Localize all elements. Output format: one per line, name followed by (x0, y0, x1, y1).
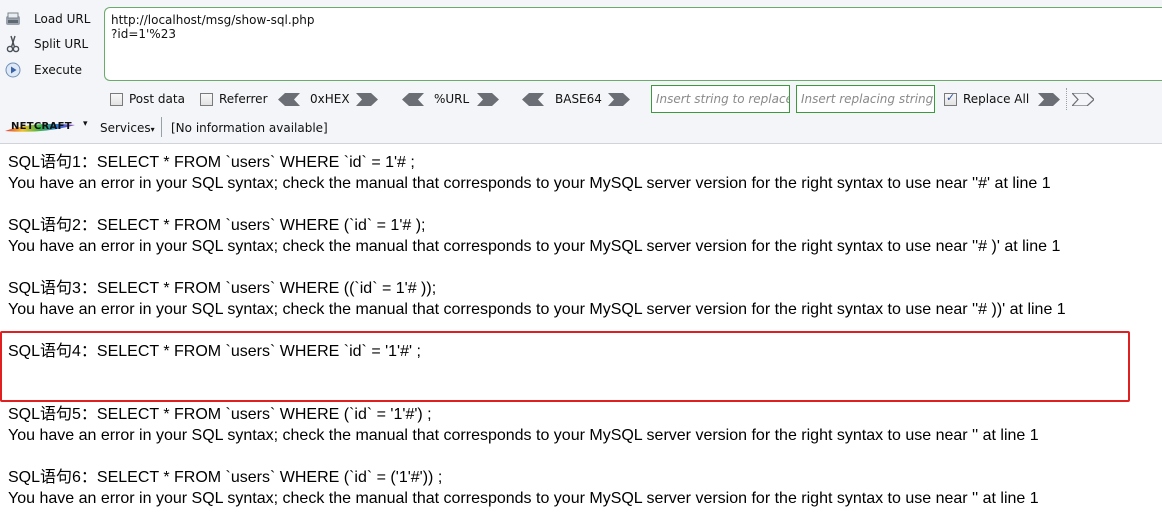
insert-replacing-string-input[interactable]: Insert replacing string (796, 85, 935, 113)
netcraft-dropdown-icon[interactable]: ▾ (83, 119, 88, 129)
services-chevron-down-icon: ▾ (150, 125, 155, 134)
sql-statement-6: SQL语句6：SELECT * FROM `users` WHERE (`id`… (8, 469, 443, 486)
scissors-icon (4, 35, 22, 53)
site-info-text: [No information available] (171, 121, 328, 135)
netcraft-divider (161, 117, 162, 137)
play-icon (4, 61, 22, 79)
referrer-box[interactable] (200, 92, 213, 106)
url-label: %URL (434, 92, 470, 106)
options-row: Post data Referrer 0xHEX %URL BASE64 Ins… (0, 85, 1162, 113)
sql-error-2: You have an error in your SQL syntax; ch… (8, 238, 1061, 255)
sql-statement-5: SQL语句5：SELECT * FROM `users` WHERE (`id`… (8, 406, 432, 423)
referrer-checkbox[interactable]: Referrer (200, 92, 268, 106)
sql-error-6: You have an error in your SQL syntax; ch… (8, 490, 1039, 507)
url-encode-arrow-icon[interactable] (477, 93, 499, 106)
post-data-box[interactable] (110, 92, 123, 106)
base64-encode-arrow-icon[interactable] (608, 93, 630, 106)
load-url-button[interactable]: Load URL (4, 8, 90, 30)
insert-string-to-replace-input[interactable]: Insert string to replace (651, 85, 790, 113)
netcraft-logo[interactable]: NETCRAFT (3, 119, 77, 136)
execute-label: Execute (34, 63, 82, 77)
highlight-box-statement-4 (0, 331, 1130, 402)
separator (1066, 88, 1067, 110)
split-url-button[interactable]: Split URL (4, 33, 88, 55)
replace-right-arrow-icon[interactable] (1072, 93, 1094, 106)
result-block-2: SQL语句2：SELECT * FROM `users` WHERE (`id`… (8, 215, 1158, 278)
url-line-2: ?id=1'%23 (111, 27, 176, 41)
sql-statement-1: SQL语句1：SELECT * FROM `users` WHERE `id` … (8, 154, 415, 171)
hex-label: 0xHEX (310, 92, 350, 106)
sql-error-3: You have an error in your SQL syntax; ch… (8, 301, 1066, 318)
hackbar-toolbar: Load URL Split URL Execute http://localh… (0, 0, 1162, 144)
result-block-5: SQL语句5：SELECT * FROM `users` WHERE (`id`… (8, 404, 1158, 467)
result-block-1: SQL语句1：SELECT * FROM `users` WHERE `id` … (8, 152, 1158, 215)
replace-all-label: Replace All (963, 92, 1030, 106)
services-label: Services (100, 121, 151, 135)
sql-error-1: You have an error in your SQL syntax; ch… (8, 175, 1051, 192)
sql-statement-3: SQL语句3：SELECT * FROM `users` WHERE ((`id… (8, 280, 437, 297)
load-url-label: Load URL (34, 12, 91, 26)
post-data-label: Post data (129, 92, 185, 106)
base64-label: BASE64 (555, 92, 602, 106)
split-url-label: Split URL (34, 37, 89, 51)
url-textarea[interactable]: http://localhost/msg/show-sql.php ?id=1'… (104, 7, 1162, 81)
replace-all-checkbox[interactable]: Replace All (944, 91, 1030, 106)
load-url-icon (4, 10, 22, 28)
hex-decode-arrow-icon[interactable] (278, 93, 300, 106)
execute-button[interactable]: Execute (4, 59, 82, 81)
result-block-6: SQL语句6：SELECT * FROM `users` WHERE (`id`… (8, 467, 1158, 530)
replace-all-box[interactable] (944, 91, 957, 106)
netcraft-logo-text: NETCRAFT (11, 121, 72, 132)
hex-encode-arrow-icon[interactable] (356, 93, 378, 106)
url-decode-arrow-icon[interactable] (402, 93, 424, 106)
sql-error-5: You have an error in your SQL syntax; ch… (8, 427, 1039, 444)
referrer-label: Referrer (219, 92, 268, 106)
sql-statement-2: SQL语句2：SELECT * FROM `users` WHERE (`id`… (8, 217, 426, 234)
base64-decode-arrow-icon[interactable] (522, 93, 544, 106)
url-line-1: http://localhost/msg/show-sql.php (111, 13, 315, 27)
replace-arrow-icon[interactable] (1038, 93, 1060, 106)
post-data-checkbox[interactable]: Post data (110, 92, 185, 106)
netcraft-toolbar: NETCRAFT ▾ Services▾ [No information ava… (0, 117, 1162, 139)
services-menu[interactable]: Services▾ (100, 121, 155, 135)
